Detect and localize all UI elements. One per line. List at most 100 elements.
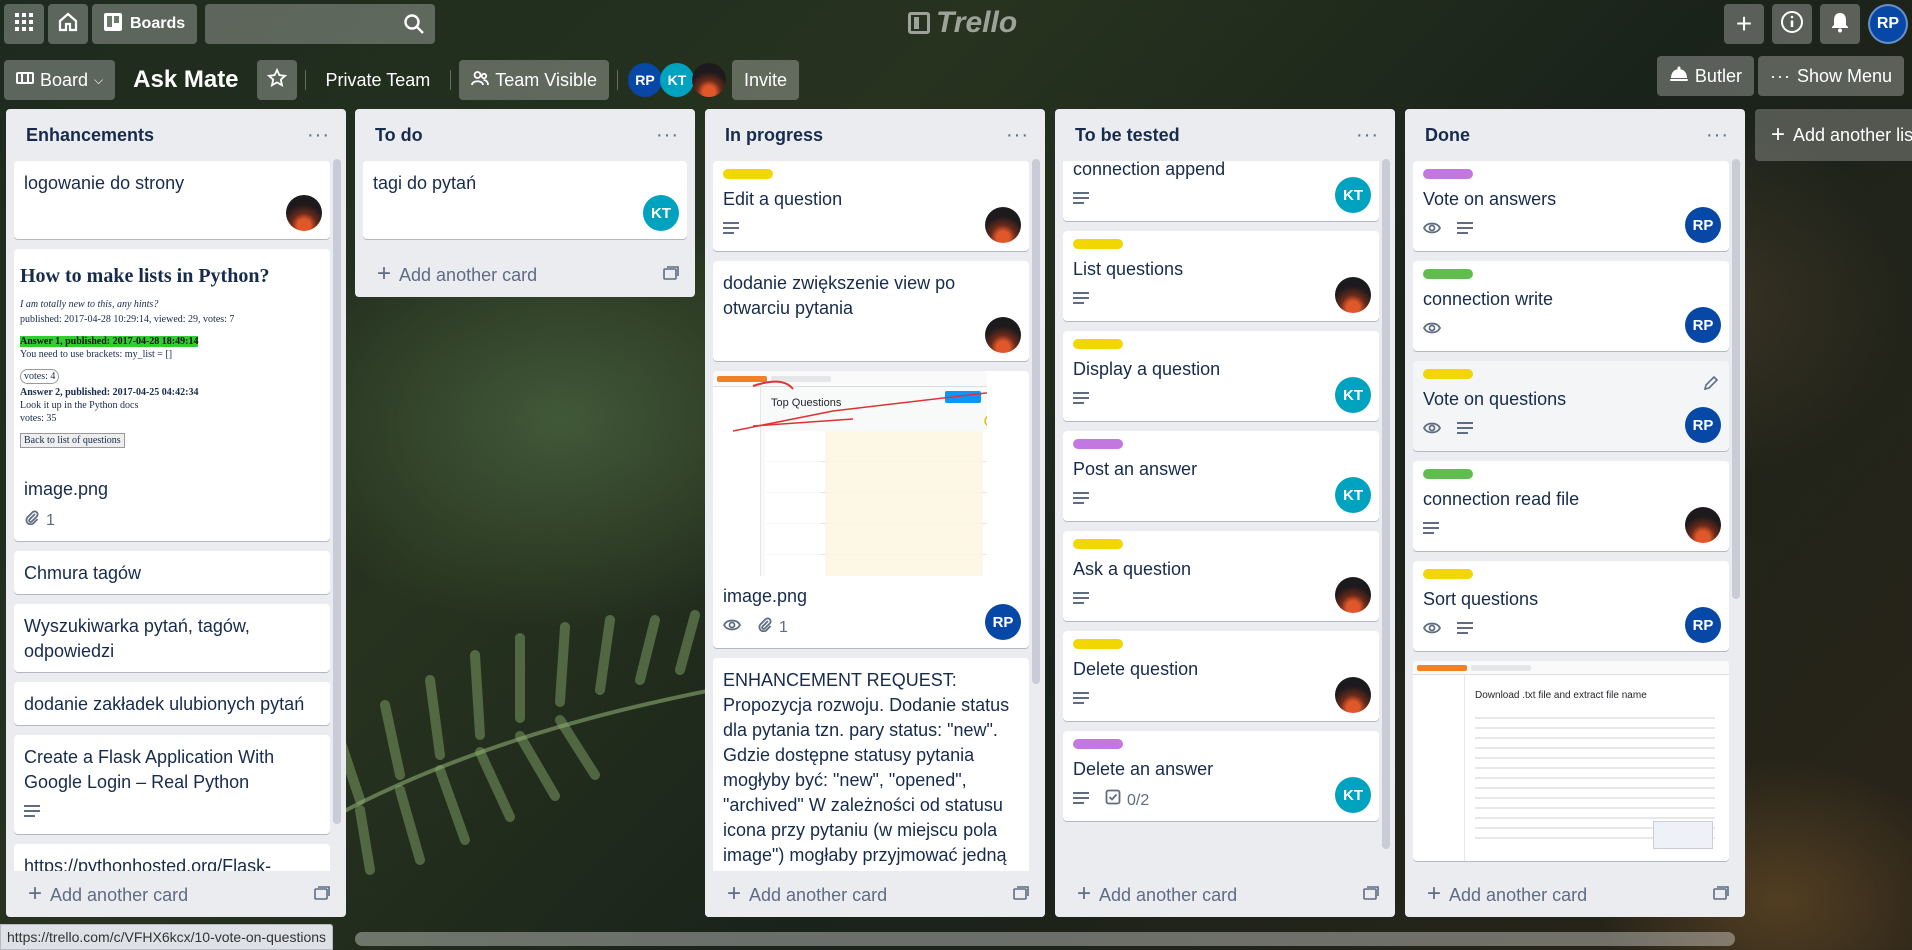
card[interactable]: logowanie do strony <box>14 161 330 239</box>
search-input[interactable] <box>205 4 436 44</box>
card-member-avatar[interactable]: KT <box>1335 777 1371 813</box>
butler-button[interactable]: Butler <box>1656 56 1754 96</box>
card[interactable]: Delete an answer 0/2 KT <box>1063 731 1379 821</box>
card[interactable]: Vote on questions RP <box>1413 361 1729 451</box>
card-member-avatar[interactable]: RP <box>985 604 1021 640</box>
card[interactable]: Display a question KT <box>1063 331 1379 421</box>
card[interactable]: connection read file <box>1413 461 1729 551</box>
list-scrollbar[interactable] <box>333 159 341 824</box>
card-template-icon[interactable] <box>663 264 679 285</box>
card[interactable]: Wyszukiwarka pytań, tagów, odpowiedzi <box>14 604 330 672</box>
card-member-avatar[interactable]: KT <box>643 195 679 231</box>
card[interactable]: Create a Flask Application With Google L… <box>14 735 330 834</box>
card-member-avatar[interactable]: RP <box>1685 607 1721 643</box>
card[interactable]: tagi do pytań KT <box>363 161 687 239</box>
edit-pencil-icon[interactable] <box>1703 373 1719 398</box>
card-title: Vote on questions <box>1423 389 1567 409</box>
home-button[interactable] <box>48 4 88 44</box>
list-menu-icon[interactable]: ··· <box>1006 124 1029 147</box>
card-member-avatar[interactable] <box>1335 577 1371 613</box>
list-menu-icon[interactable]: ··· <box>1356 124 1379 147</box>
show-menu-button[interactable]: ··· Show Menu <box>1757 56 1904 96</box>
member-avatar-photo[interactable] <box>691 63 726 97</box>
board-view-switcher[interactable]: Board ⌵ <box>4 60 116 100</box>
card-member-avatar[interactable]: RP <box>1685 307 1721 343</box>
card-template-icon[interactable] <box>1013 884 1029 905</box>
add-list-button[interactable]: + Add another list <box>1755 109 1912 161</box>
card-label-yellow <box>1073 339 1123 349</box>
list-title[interactable]: To be tested <box>1075 125 1180 146</box>
card-member-avatar[interactable]: KT <box>1335 477 1371 513</box>
card[interactable]: Top Questions image.png 1 RP <box>713 371 1029 648</box>
description-icon <box>24 801 40 826</box>
card[interactable]: Download .txt file and extract file name <box>1413 661 1729 861</box>
card[interactable]: Vote on answers RP <box>1413 161 1729 251</box>
card-title: Create a Flask Application With Google L… <box>24 747 275 792</box>
card[interactable]: Ask a question <box>1063 531 1379 621</box>
card[interactable]: connection write RP <box>1413 261 1729 351</box>
info-button[interactable] <box>1772 4 1812 44</box>
board-horizontal-scrollbar[interactable] <box>355 932 1735 946</box>
star-button[interactable] <box>256 60 297 100</box>
apps-button[interactable] <box>4 4 44 44</box>
card-template-icon[interactable] <box>314 884 330 905</box>
add-card-button[interactable]: + Add another card <box>355 251 695 297</box>
card[interactable]: List questions <box>1063 231 1379 321</box>
card-template-icon[interactable] <box>1713 884 1729 905</box>
card-member-avatar[interactable] <box>1335 277 1371 313</box>
list-menu-icon[interactable]: ··· <box>1706 124 1729 147</box>
member-list: RP KT <box>627 63 726 97</box>
card[interactable]: Sort questions RP <box>1413 561 1729 651</box>
card-member-avatar[interactable] <box>985 317 1021 353</box>
trello-logo[interactable]: Trello <box>908 6 1017 40</box>
list-title[interactable]: In progress <box>725 125 823 146</box>
card-member-avatar[interactable] <box>286 195 322 231</box>
card[interactable]: dodanie zwiększenie view po otwarciu pyt… <box>713 261 1029 361</box>
list-scrollbar[interactable] <box>1032 159 1040 684</box>
description-icon <box>1457 418 1473 443</box>
list-menu-icon[interactable]: ··· <box>307 124 330 147</box>
card-badges <box>1073 588 1327 613</box>
member-avatar[interactable]: KT <box>659 63 694 97</box>
card[interactable]: Chmura tagów <box>14 551 330 594</box>
add-card-button[interactable]: + Add another card <box>1055 871 1395 917</box>
board-view-icon <box>16 70 34 91</box>
visibility-button[interactable]: Team Visible <box>459 60 609 100</box>
add-card-button[interactable]: + Add another card <box>705 871 1045 917</box>
card[interactable]: connection append KT <box>1063 161 1379 221</box>
list-title[interactable]: Done <box>1425 125 1470 146</box>
card[interactable]: dodanie zakładek ulubionych pytań <box>14 682 330 725</box>
card[interactable]: ENHANCEMENT REQUEST: Propozycja rozwoju.… <box>713 658 1029 901</box>
user-avatar[interactable]: RP <box>1868 4 1908 44</box>
list-scrollbar[interactable] <box>1732 159 1740 599</box>
list-title[interactable]: Enhancements <box>26 125 154 146</box>
card[interactable]: Edit a question <box>713 161 1029 251</box>
card[interactable]: How to make lists in Python? I am totall… <box>14 249 330 541</box>
boards-button[interactable]: Boards <box>92 4 198 44</box>
plus-icon: + <box>1771 121 1786 148</box>
card-member-avatar[interactable]: RP <box>1685 407 1721 443</box>
card-member-avatar[interactable]: KT <box>1335 177 1371 213</box>
list-scrollbar[interactable] <box>1382 159 1390 849</box>
card[interactable]: https://pythonhosted.org/Flask- <box>14 844 330 871</box>
create-button[interactable]: + <box>1724 4 1764 44</box>
card-member-avatar[interactable]: RP <box>1685 207 1721 243</box>
member-avatar[interactable]: RP <box>627 63 662 97</box>
add-card-button[interactable]: + Add another card <box>1405 871 1745 917</box>
card-title: List questions <box>1073 259 1184 279</box>
invite-button[interactable]: Invite <box>731 60 799 100</box>
team-button[interactable]: Private Team <box>314 60 443 100</box>
attachment-badge: 1 <box>24 508 55 533</box>
add-card-button[interactable]: + Add another card <box>6 871 346 917</box>
board-title[interactable]: Ask Mate <box>119 66 252 94</box>
card-member-avatar[interactable] <box>1685 507 1721 543</box>
card[interactable]: Delete question <box>1063 631 1379 721</box>
card-member-avatar[interactable] <box>1335 677 1371 713</box>
list-title[interactable]: To do <box>375 125 423 146</box>
card[interactable]: Post an answer KT <box>1063 431 1379 521</box>
card-template-icon[interactable] <box>1363 884 1379 905</box>
notifications-button[interactable] <box>1820 4 1860 44</box>
card-member-avatar[interactable] <box>985 207 1021 243</box>
card-member-avatar[interactable]: KT <box>1335 377 1371 413</box>
list-menu-icon[interactable]: ··· <box>656 124 679 147</box>
